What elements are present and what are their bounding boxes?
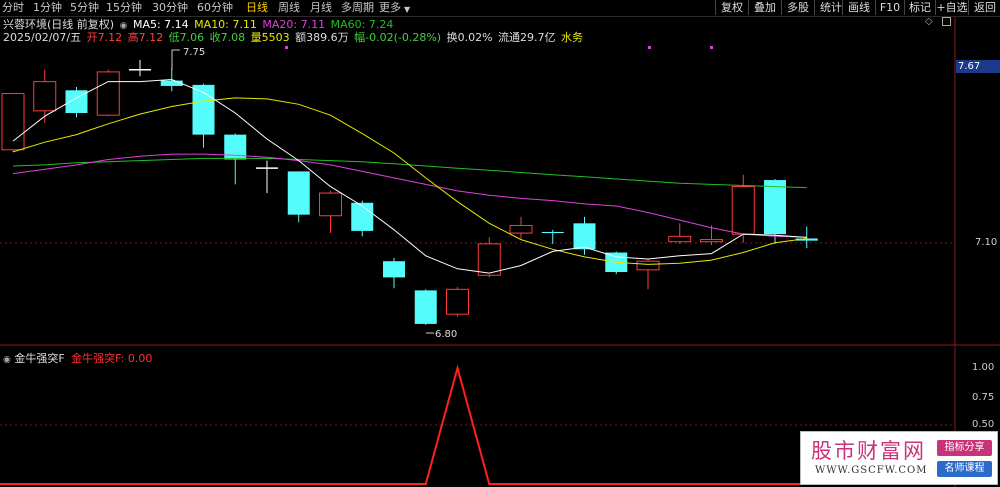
candle-body-up	[509, 224, 533, 234]
watermark-badge-bottom: 名师课程	[937, 461, 992, 477]
signal-dot	[648, 46, 651, 49]
current-price-box: 7.67	[956, 60, 1000, 73]
candle-body-down	[160, 80, 183, 86]
marks-group	[171, 46, 713, 334]
indicator-tick-075: 0.75	[972, 392, 995, 403]
candle-body-up	[446, 288, 469, 315]
candle-body-up	[731, 186, 755, 235]
axis-square-icon[interactable]	[942, 17, 951, 26]
price-tick-level: 7.10	[975, 237, 998, 248]
high-price-label: 7.75	[183, 47, 206, 58]
watermark-badge-top: 指标分享	[937, 440, 992, 456]
low-price-label: 6.80	[435, 329, 458, 340]
indicator-header: ◉ 金牛强突F 金牛强突F: 0.00	[3, 352, 152, 367]
candle-body-down	[287, 171, 310, 215]
candle-body-down	[383, 261, 405, 278]
indicator-name: 金牛强突F	[14, 352, 65, 365]
candle-body-up	[33, 81, 57, 112]
kline-chart[interactable]	[0, 0, 1000, 487]
candle-body-up	[636, 260, 660, 271]
candle-body-down	[573, 223, 596, 250]
candle-body-up	[477, 243, 501, 276]
watermark-url: WWW.GSCFW.COM	[815, 465, 928, 476]
axis-diamond-icon[interactable]: ◇	[925, 16, 933, 27]
candle-body-down	[414, 290, 437, 324]
candle-body-down	[764, 180, 786, 235]
ma20-line	[12, 153, 807, 238]
watermark-logo: 股市财富网 WWW.GSCFW.COM 指标分享 名师课程	[800, 431, 998, 485]
candle-body-up	[1, 93, 25, 151]
ma60-line	[12, 157, 807, 189]
candle-body-down	[541, 231, 564, 234]
indicator-tick-05: 0.50	[972, 419, 995, 430]
indicator-value: 金牛强突F: 0.00	[71, 352, 153, 365]
candle-body-down	[351, 202, 374, 231]
ma5-line	[12, 78, 807, 274]
indicator-tick-1: 1.00	[972, 362, 995, 373]
candle-body-up	[700, 239, 723, 243]
candle-body-up	[668, 235, 692, 243]
candles-group	[1, 60, 818, 325]
signal-dot	[710, 46, 713, 49]
signal-dot	[285, 46, 288, 49]
candle-body-up	[96, 71, 120, 116]
high-pointer	[171, 49, 180, 70]
ma-lines-group	[12, 78, 807, 274]
watermark-title: 股市财富网	[811, 439, 926, 463]
indicator-settings-icon[interactable]: ◉	[3, 355, 11, 365]
candle-body-up	[319, 192, 342, 217]
